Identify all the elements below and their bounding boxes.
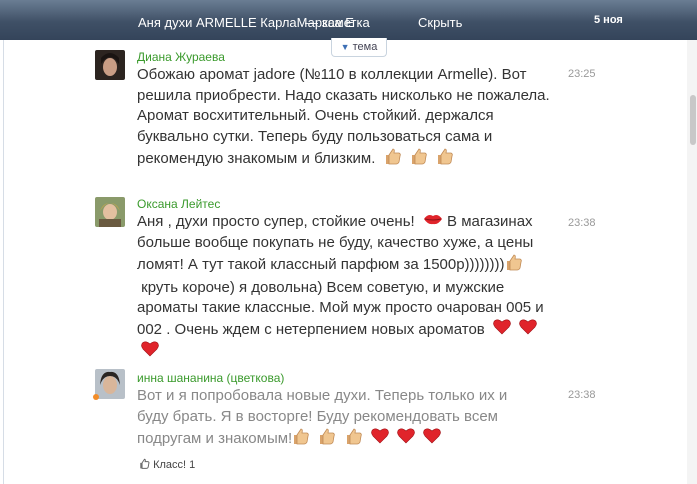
- heart-icon: [423, 428, 441, 451]
- top-bar: Аня духи ARMELLE КарлаМаркса Е — заметка…: [0, 0, 697, 40]
- thumbs-up-icon: [505, 253, 523, 278]
- avatar-image: [95, 197, 125, 227]
- online-status-dot: [93, 394, 99, 400]
- heart-icon: [519, 319, 537, 342]
- scrollbar-thumb[interactable]: [690, 95, 696, 145]
- message-time: 23:38: [568, 389, 596, 401]
- author-name[interactable]: Оксана Лейтес: [137, 197, 220, 211]
- heart-icon: [397, 428, 415, 451]
- text-line: Аромат восхитительный. Очень стойкий. де…: [137, 107, 494, 124]
- thumbs-up-icon: [292, 427, 310, 452]
- text-line: решила приобрести. Надо сказать нискольк…: [137, 86, 550, 104]
- text-line: буду брать. Я в восторге! Буду рекомендо…: [137, 407, 498, 425]
- text-line: Вот и я попробовала новые духи. Теперь т…: [137, 387, 508, 404]
- text-line: рекомендую знакомым и близким.: [137, 147, 557, 172]
- message-time: 23:25: [568, 68, 596, 80]
- avatar-image: [95, 50, 125, 80]
- text-line: ломят! А тут такой классный парфюм за 15…: [137, 253, 557, 278]
- author-name[interactable]: инна шананина (цветкова): [137, 371, 284, 385]
- avatar[interactable]: [95, 197, 125, 227]
- thumbs-up-icon: [410, 147, 428, 172]
- left-border: [3, 40, 4, 484]
- text-line: Аня , духи просто супер, стойкие очень! …: [137, 212, 557, 233]
- like-label: Класс!: [153, 458, 187, 471]
- text-line: больше вообще покупать не буду, качество…: [137, 233, 534, 251]
- author-name[interactable]: Диана Жураева: [137, 50, 225, 64]
- heart-icon: [493, 319, 511, 342]
- text-line: ароматы такие классные. Мой муж просто о…: [137, 299, 544, 317]
- thumbs-up-icon: [318, 427, 336, 452]
- heart-icon: [370, 428, 389, 451]
- topic-label: тема: [352, 41, 378, 53]
- like-count: 1: [189, 458, 196, 471]
- text-line: подругам и знакомым!: [137, 427, 557, 452]
- heart-icon: [141, 341, 159, 364]
- message-text: Аня , духи просто супер, стойкие очень! …: [137, 212, 557, 364]
- message-text: Вот и я попробовала новые духи. Теперь т…: [137, 386, 557, 452]
- like-button[interactable]: Класс! 1: [139, 458, 195, 472]
- thumbs-up-icon: [345, 427, 363, 452]
- like-thumb-icon: [139, 458, 150, 472]
- thumbs-up-icon: [436, 147, 454, 172]
- message-time: 23:38: [568, 217, 596, 229]
- avatar-image: [95, 369, 125, 399]
- date-label: 5 ноя: [594, 14, 623, 26]
- topic-tab[interactable]: ▼ тема: [331, 38, 387, 57]
- text-line: 002 . Очень ждем с нетерпением новых аро…: [137, 319, 557, 364]
- scrollbar[interactable]: [687, 40, 697, 484]
- text-line: круть короче) я довольна) Всем советую, …: [137, 278, 505, 296]
- avatar[interactable]: [95, 369, 125, 399]
- message-text: Обожаю аромат jadore (№110 в коллекции A…: [137, 65, 557, 172]
- avatar[interactable]: [95, 50, 125, 80]
- hide-link[interactable]: Скрыть: [418, 15, 462, 30]
- text-line: Обожаю аромат jadore (№110 в коллекции A…: [137, 66, 527, 83]
- triangle-down-icon: ▼: [340, 42, 350, 52]
- thumbs-up-icon: [384, 147, 402, 172]
- text-line: буквально сутки. Теперь буду пользоватьс…: [137, 127, 493, 145]
- note-link[interactable]: — заметка: [305, 15, 370, 30]
- lips-icon: [423, 212, 443, 233]
